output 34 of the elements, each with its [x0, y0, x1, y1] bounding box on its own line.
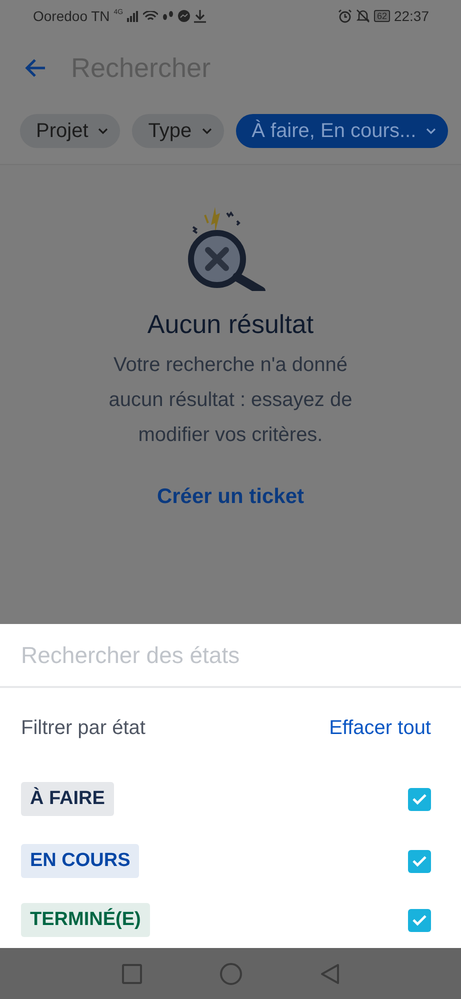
signal-icon	[127, 10, 140, 22]
carrier-name: Ooredoo TN	[33, 8, 110, 24]
checkmark-icon	[412, 914, 427, 926]
empty-state-title: Aucun résultat	[147, 309, 314, 340]
state-checkbox[interactable]	[408, 850, 431, 872]
back-icon[interactable]	[320, 962, 340, 984]
chevron-down-icon	[98, 128, 108, 134]
download-icon	[194, 10, 206, 22]
filter-chip[interactable]: Projet	[20, 114, 120, 148]
checkmark-icon	[412, 855, 427, 867]
status-tag: EN COURS	[21, 844, 140, 878]
footsteps-icon	[162, 10, 174, 22]
filter-chip[interactable]: À faire, En cours...	[236, 114, 448, 148]
messenger-icon	[178, 10, 190, 22]
filter-chip[interactable]: Type	[132, 114, 224, 148]
battery-level: 62	[374, 10, 390, 22]
alarm-icon	[338, 9, 352, 23]
home-icon[interactable]	[220, 962, 242, 984]
state-checkbox[interactable]	[408, 788, 431, 810]
chevron-down-icon	[202, 128, 212, 134]
filter-section-label: Filtrer par état	[21, 716, 146, 740]
wifi-icon	[143, 10, 158, 22]
empty-state-message: Votre recherche n'a donné aucun résultat : essayez de modifier vos critères.	[108, 353, 354, 448]
clear-all-button[interactable]: Effacer tout	[329, 716, 431, 740]
status-tag: TERMINÉ(E)	[21, 903, 150, 937]
checkmark-icon	[412, 793, 427, 805]
chevron-down-icon	[426, 128, 436, 134]
muted-bell-icon	[356, 9, 370, 23]
state-checkbox[interactable]	[408, 908, 431, 932]
back-arrow-icon[interactable]	[24, 58, 46, 78]
create-ticket-link[interactable]: Créer un ticket	[156, 485, 304, 509]
clock-time: 22:37	[394, 8, 429, 24]
status-tag: À FAIRE	[21, 782, 114, 816]
recents-icon[interactable]	[122, 964, 142, 984]
